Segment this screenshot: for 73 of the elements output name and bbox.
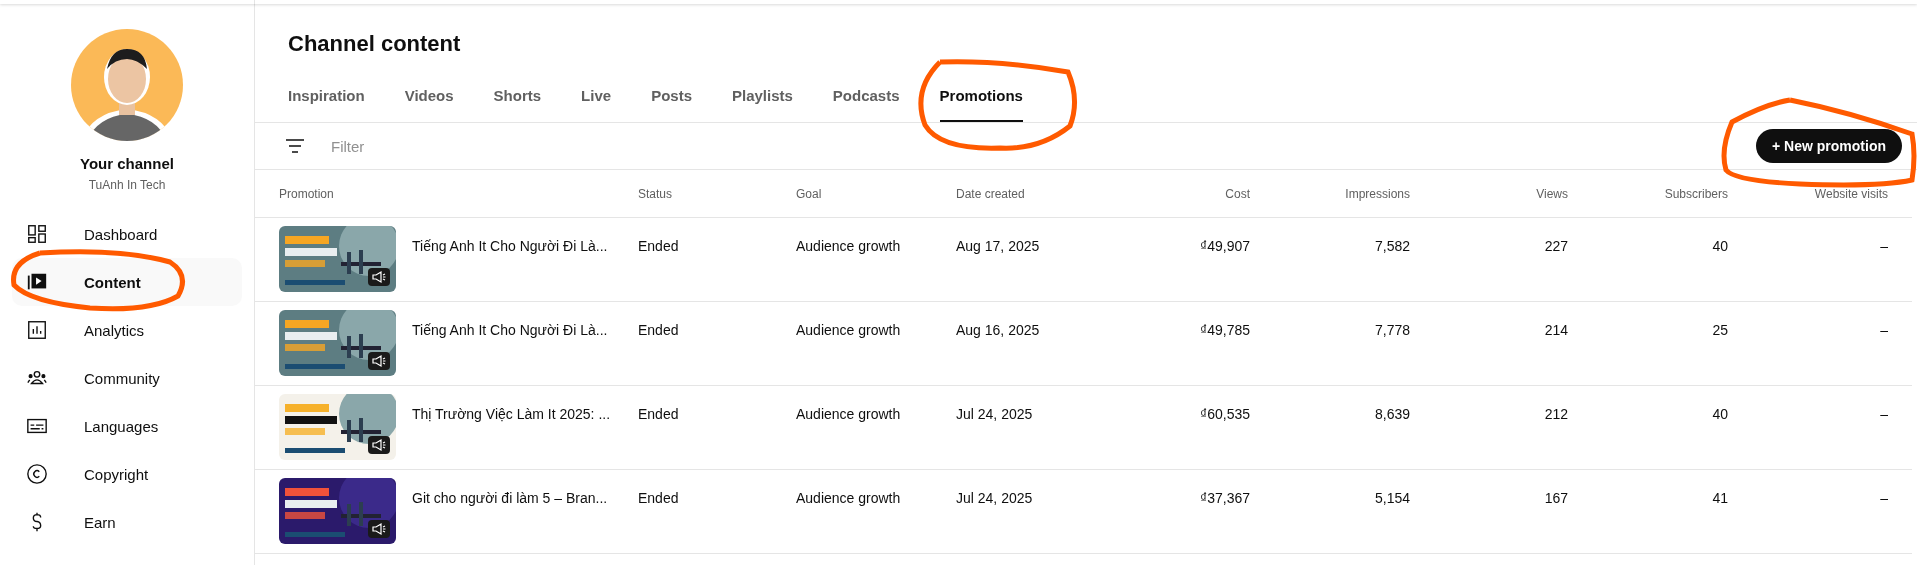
table-cell-text: 25 (1711, 321, 1728, 340)
table-cell-text: 167 (1543, 489, 1568, 508)
megaphone-icon (368, 436, 390, 454)
copyright-icon (26, 463, 48, 485)
table-cell-text: – (1879, 489, 1888, 508)
table-cell-text: Jul 24, 2025 (956, 489, 1034, 508)
table-cell-text: Audience growth (796, 489, 902, 508)
column-header: Date created (956, 186, 1026, 201)
column-header: Status (638, 186, 674, 201)
sidebar-item[interactable]: Dashboard (12, 210, 242, 258)
promotion-title[interactable]: Tiếng Anh It Cho Người Đi Là... (412, 322, 608, 338)
table-cell-text: – (1879, 405, 1888, 424)
table-cell-text: 40 (1711, 405, 1728, 424)
column-header: Goal (796, 186, 823, 201)
channel-name: TuAnh In Tech (88, 178, 166, 192)
column-header: Subscribers (1663, 186, 1728, 201)
column-header: Views (1535, 186, 1568, 201)
table-cell-text: ₫60,535 (1199, 405, 1250, 424)
table-cell-text: 8,639 (1373, 405, 1410, 424)
tab[interactable]: Live (581, 81, 612, 122)
channel-title: Your channel (80, 155, 174, 172)
table-cell-text: ₫49,785 (1199, 321, 1250, 340)
table-cell-text: Aug 16, 2025 (956, 321, 1041, 340)
table-cell-text: 41 (1711, 489, 1728, 508)
table-cell-text: 7,582 (1373, 237, 1410, 256)
table-cell-text: ₫49,907 (1199, 237, 1250, 256)
column-header: Cost (1224, 186, 1250, 201)
table-cell-text: Audience growth (796, 321, 902, 340)
megaphone-icon (368, 268, 390, 286)
sidebar-item[interactable]: Community (12, 354, 242, 402)
table-cell-text: 227 (1543, 237, 1568, 256)
filter-field[interactable]: Filter (329, 136, 533, 156)
table-cell-text: – (1879, 237, 1888, 256)
table-cell-text: Ended (638, 321, 680, 340)
tab[interactable]: Promotions (939, 81, 1023, 122)
table-cell-text: 214 (1543, 321, 1568, 340)
bar-chart-icon (26, 319, 48, 341)
filter-icon[interactable] (285, 139, 305, 153)
sidebar-item[interactable]: Analytics (12, 306, 242, 354)
table-cell-text: Audience growth (796, 237, 902, 256)
tab[interactable]: Videos (404, 81, 454, 122)
table-cell-text: Audience growth (796, 405, 902, 424)
column-header: Impressions (1344, 186, 1410, 201)
table-cell-text: ₫37,367 (1199, 489, 1250, 508)
new-promotion-button[interactable]: + New promotion (1756, 129, 1902, 163)
table-cell-text: Ended (638, 489, 680, 508)
tab[interactable]: Podcasts (832, 81, 900, 122)
dashboard-icon (26, 223, 48, 245)
table-cell-text: Ended (638, 237, 680, 256)
sidebar-item[interactable]: Copyright (12, 450, 242, 498)
tab[interactable]: Playlists (732, 81, 793, 122)
table-cell-text: – (1879, 321, 1888, 340)
column-header: Website visits (1813, 186, 1888, 201)
table-cell-text: 212 (1543, 405, 1568, 424)
promotion-title[interactable]: Tiếng Anh It Cho Người Đi Là... (412, 238, 608, 254)
sidebar-item[interactable]: Earn (12, 498, 242, 546)
tab[interactable]: Posts (651, 81, 692, 122)
megaphone-icon (368, 352, 390, 370)
table-cell-text: 7,778 (1373, 321, 1410, 340)
megaphone-icon (368, 520, 390, 538)
tab[interactable]: Shorts (493, 81, 542, 122)
tab[interactable]: Inspiration (288, 81, 365, 122)
table-cell-text: Aug 17, 2025 (956, 237, 1041, 256)
table-cell-text: Ended (638, 405, 680, 424)
table-cell-text: 40 (1711, 237, 1728, 256)
page-title: Channel content (288, 31, 462, 57)
sidebar-item[interactable]: Content (12, 258, 242, 306)
promotion-title[interactable]: Git cho người đi làm 5 – Bran... (412, 490, 608, 506)
table-cell-text: 5,154 (1373, 489, 1410, 508)
sidebar-item[interactable]: Languages (12, 402, 242, 450)
table-cell-text: Jul 24, 2025 (956, 405, 1034, 424)
column-header: Promotion (279, 186, 335, 201)
promotion-title[interactable]: Thị Trường Việc Làm It 2025: ... (412, 406, 611, 422)
